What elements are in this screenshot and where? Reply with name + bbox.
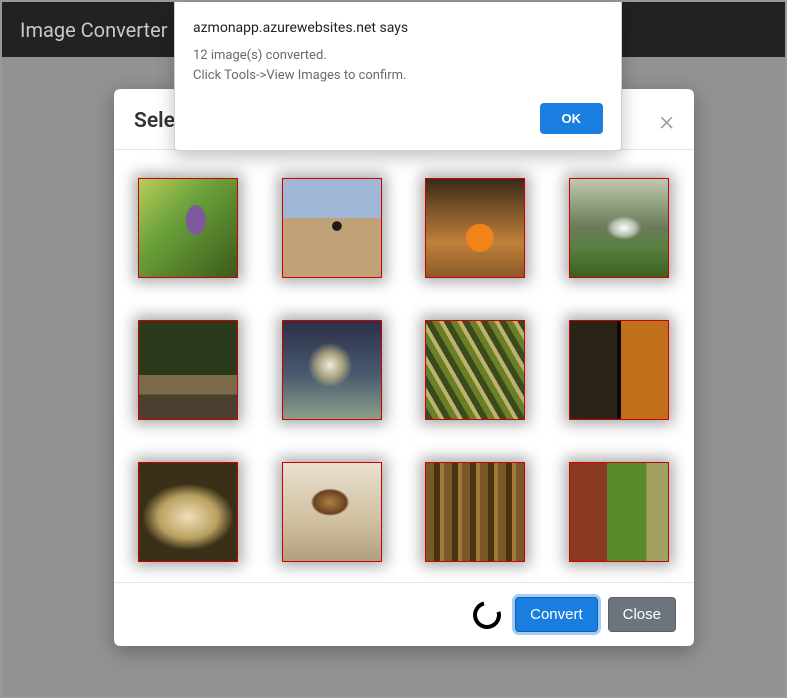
close-icon[interactable]: × (659, 107, 674, 135)
thumbnail-image (139, 463, 237, 561)
browser-alert: azmonapp.azurewebsites.net says 12 image… (174, 2, 622, 151)
thumbnail-image (570, 321, 668, 419)
image-thumbnail[interactable] (569, 462, 669, 562)
modal-body (114, 150, 694, 582)
image-thumbnail[interactable] (569, 320, 669, 420)
alert-line: 12 image(s) converted. (193, 46, 603, 66)
image-thumbnail[interactable] (425, 320, 525, 420)
thumbnail-image (283, 463, 381, 561)
select-images-modal: Select Images × Convert Close (114, 89, 694, 646)
thumbnail-image (283, 179, 381, 277)
thumbnail-image (139, 179, 237, 277)
image-thumbnail[interactable] (282, 320, 382, 420)
thumbnail-image (283, 321, 381, 419)
thumbnail-image (570, 463, 668, 561)
image-grid (134, 178, 674, 562)
thumbnail-image (570, 179, 668, 277)
alert-origin: azmonapp.azurewebsites.net says (193, 20, 603, 36)
image-thumbnail[interactable] (569, 178, 669, 278)
alert-line: Click Tools->View Images to confirm. (193, 66, 603, 86)
image-thumbnail[interactable] (282, 462, 382, 562)
image-thumbnail[interactable] (425, 178, 525, 278)
thumbnail-image (426, 321, 524, 419)
thumbnail-image (426, 463, 524, 561)
app-title: Image Converter (20, 18, 167, 42)
thumbnail-image (139, 321, 237, 419)
thumbnail-image (426, 179, 524, 277)
convert-button[interactable]: Convert (515, 597, 598, 632)
image-thumbnail[interactable] (138, 178, 238, 278)
image-thumbnail[interactable] (138, 320, 238, 420)
spinner-icon (468, 595, 506, 633)
ok-button[interactable]: OK (540, 103, 604, 134)
image-thumbnail[interactable] (138, 462, 238, 562)
close-button[interactable]: Close (608, 597, 676, 632)
modal-footer: Convert Close (114, 582, 694, 646)
alert-message: 12 image(s) converted. Click Tools->View… (193, 46, 603, 85)
image-thumbnail[interactable] (282, 178, 382, 278)
image-thumbnail[interactable] (425, 462, 525, 562)
alert-actions: OK (193, 103, 603, 134)
